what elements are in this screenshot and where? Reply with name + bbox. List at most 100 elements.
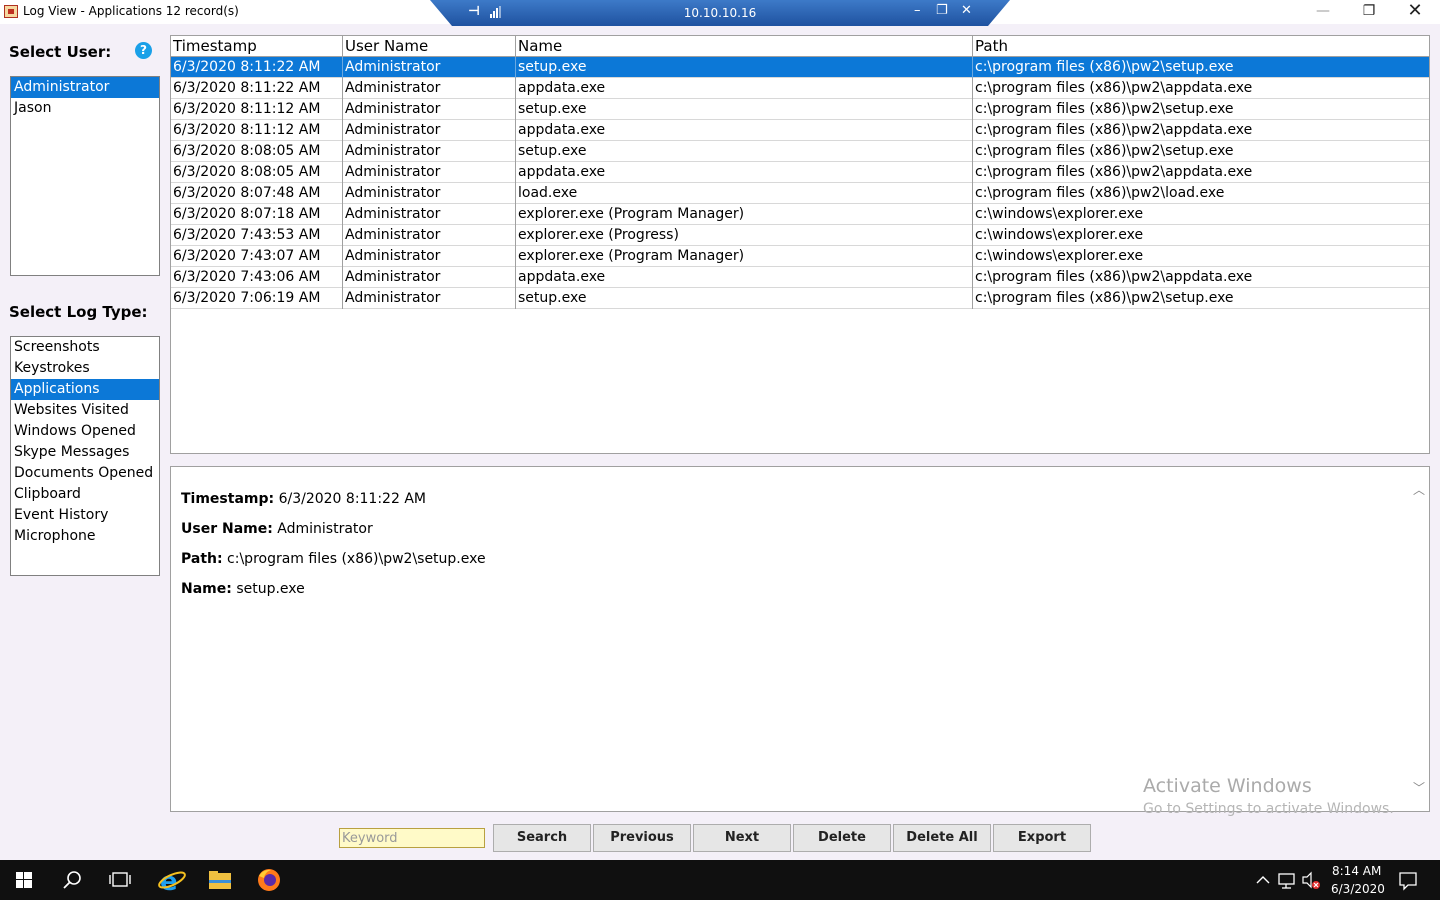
window-title: Log View - Applications 12 record(s) bbox=[23, 4, 239, 18]
detail-path: Path: c:\program files (x86)\pw2\setup.e… bbox=[181, 551, 486, 567]
cell-user-name: Administrator bbox=[343, 267, 516, 288]
scroll-down-icon[interactable]: ﹀ bbox=[1412, 779, 1426, 795]
cell-name: setup.exe bbox=[516, 288, 973, 309]
activation-watermark-title: Activate Windows bbox=[1143, 775, 1312, 797]
column-header-timestamp[interactable]: Timestamp bbox=[171, 36, 343, 57]
cell-user-name: Administrator bbox=[343, 120, 516, 141]
user-item-jason[interactable]: Jason bbox=[11, 98, 159, 119]
cell-path: c:\program files (x86)\pw2\setup.exe bbox=[975, 143, 1234, 159]
log-type-item-websites-visited[interactable]: Websites Visited bbox=[11, 400, 159, 421]
select-log-type-label: Select Log Type: bbox=[9, 303, 148, 321]
close-button[interactable]: ✕ bbox=[1392, 0, 1438, 24]
internet-explorer-icon[interactable]: e bbox=[147, 860, 195, 900]
cell-name: appdata.exe bbox=[516, 162, 973, 183]
log-type-item-event-history[interactable]: Event History bbox=[11, 505, 159, 526]
cell-name: setup.exe bbox=[516, 57, 973, 78]
table-row[interactable]: 6/3/2020 8:07:18 AM Administrator explorer… bbox=[171, 204, 1429, 225]
cell-timestamp: 6/3/2020 7:43:06 AM bbox=[171, 267, 343, 288]
export-button[interactable]: Export bbox=[993, 824, 1091, 852]
cell-path: c:\program files (x86)\pw2\load.exe bbox=[975, 185, 1225, 201]
log-type-item-keystrokes[interactable]: Keystrokes bbox=[11, 358, 159, 379]
log-type-item-clipboard[interactable]: Clipboard bbox=[11, 484, 159, 505]
table-row[interactable]: 6/3/2020 8:11:22 AM Administrator appdata.… bbox=[171, 78, 1429, 99]
cell-user-name: Administrator bbox=[343, 225, 516, 246]
clock-time[interactable]: 8:14 AM bbox=[1332, 864, 1381, 878]
search-icon[interactable] bbox=[48, 860, 96, 900]
detail-name: Name: setup.exe bbox=[181, 581, 305, 597]
svg-text:e: e bbox=[160, 867, 178, 897]
keyword-input[interactable] bbox=[339, 828, 485, 848]
table-row[interactable]: 6/3/2020 7:06:19 AM Administrator setup.ex… bbox=[171, 288, 1429, 309]
remote-restore-button[interactable]: ❐ bbox=[936, 3, 948, 18]
taskbar: e 8:14 AM 6/3/2020 bbox=[0, 860, 1440, 900]
clock-date[interactable]: 6/3/2020 bbox=[1331, 882, 1385, 896]
cell-path: c:\program files (x86)\pw2\appdata.exe bbox=[975, 269, 1253, 285]
cell-name: appdata.exe bbox=[516, 78, 973, 99]
log-type-list[interactable]: Screenshots Keystrokes Applications Website… bbox=[10, 336, 160, 576]
log-table[interactable]: Timestamp User Name Name Path 6/3/2020 8… bbox=[170, 35, 1430, 454]
scroll-up-icon[interactable]: ︿ bbox=[1412, 481, 1426, 497]
windows-start-glyph bbox=[16, 872, 32, 888]
chevron-up-icon[interactable] bbox=[1253, 860, 1273, 900]
volume-muted-icon[interactable] bbox=[1300, 860, 1322, 900]
cell-timestamp: 6/3/2020 8:08:05 AM bbox=[171, 141, 343, 162]
cell-path: c:\program files (x86)\pw2\setup.exe bbox=[975, 101, 1234, 117]
column-header-user-name[interactable]: User Name bbox=[343, 36, 516, 57]
notification-icon[interactable] bbox=[1396, 860, 1420, 900]
column-header-name[interactable]: Name bbox=[516, 36, 973, 57]
log-type-item-microphone[interactable]: Microphone bbox=[11, 526, 159, 547]
table-row[interactable]: 6/3/2020 8:07:48 AM Administrator load.exe… bbox=[171, 183, 1429, 204]
cell-user-name: Administrator bbox=[343, 57, 516, 78]
log-type-item-documents-opened[interactable]: Documents Opened bbox=[11, 463, 159, 484]
table-row[interactable]: 6/3/2020 8:11:12 AM Administrator appdata.… bbox=[171, 120, 1429, 141]
cell-name: explorer.exe (Program Manager) bbox=[516, 246, 973, 267]
table-row[interactable]: 6/3/2020 8:11:12 AM Administrator setup.ex… bbox=[171, 99, 1429, 120]
cell-name: setup.exe bbox=[516, 99, 973, 120]
firefox-glyph bbox=[258, 869, 280, 891]
cell-user-name: Administrator bbox=[343, 78, 516, 99]
user-list[interactable]: Administrator Jason bbox=[10, 76, 160, 276]
firefox-icon[interactable] bbox=[245, 860, 293, 900]
detail-user-label: User Name: bbox=[181, 521, 273, 537]
detail-path-label: Path: bbox=[181, 551, 223, 567]
table-row[interactable]: 6/3/2020 8:08:05 AM Administrator setup.ex… bbox=[171, 141, 1429, 162]
file-explorer-icon[interactable] bbox=[196, 860, 244, 900]
delete-button[interactable]: Delete bbox=[793, 824, 891, 852]
user-item-administrator[interactable]: Administrator bbox=[11, 77, 159, 98]
log-type-item-windows-opened[interactable]: Windows Opened bbox=[11, 421, 159, 442]
log-type-item-skype-messages[interactable]: Skype Messages bbox=[11, 442, 159, 463]
table-row[interactable]: 6/3/2020 7:43:06 AM Administrator appdata.… bbox=[171, 267, 1429, 288]
help-icon[interactable]: ? bbox=[135, 42, 152, 59]
table-row[interactable]: 6/3/2020 7:43:07 AM Administrator explorer… bbox=[171, 246, 1429, 267]
cell-name: setup.exe bbox=[516, 141, 973, 162]
minimize-button[interactable]: — bbox=[1300, 0, 1346, 24]
table-row[interactable]: 6/3/2020 7:43:53 AM Administrator explorer… bbox=[171, 225, 1429, 246]
previous-button[interactable]: Previous bbox=[593, 824, 691, 852]
cell-path: c:\windows\explorer.exe bbox=[975, 248, 1144, 264]
table-row[interactable]: 6/3/2020 8:08:05 AM Administrator appdata.… bbox=[171, 162, 1429, 183]
cell-timestamp: 6/3/2020 8:11:22 AM bbox=[171, 57, 343, 78]
cell-timestamp: 6/3/2020 7:43:53 AM bbox=[171, 225, 343, 246]
cell-name: appdata.exe bbox=[516, 120, 973, 141]
cell-user-name: Administrator bbox=[343, 204, 516, 225]
cell-user-name: Administrator bbox=[343, 141, 516, 162]
next-button[interactable]: Next bbox=[693, 824, 791, 852]
cell-timestamp: 6/3/2020 8:11:22 AM bbox=[171, 78, 343, 99]
search-button[interactable]: Search bbox=[493, 824, 591, 852]
windows-start-icon[interactable] bbox=[0, 860, 48, 900]
network-icon[interactable] bbox=[1276, 860, 1298, 900]
task-view-glyph bbox=[109, 872, 131, 887]
internet-explorer-glyph: e bbox=[158, 867, 186, 897]
log-type-item-screenshots[interactable]: Screenshots bbox=[11, 337, 159, 358]
delete-all-button[interactable]: Delete All bbox=[893, 824, 991, 852]
maximize-button[interactable]: ❐ bbox=[1346, 0, 1392, 24]
remote-close-button[interactable]: ✕ bbox=[961, 3, 972, 18]
remote-minimize-button[interactable]: – bbox=[914, 3, 921, 18]
table-header: Timestamp User Name Name Path bbox=[171, 36, 1429, 57]
detail-path-value: c:\program files (x86)\pw2\setup.exe bbox=[227, 551, 486, 567]
table-row[interactable]: 6/3/2020 8:11:22 AM Administrator setup.ex… bbox=[171, 57, 1429, 78]
cell-timestamp: 6/3/2020 8:08:05 AM bbox=[171, 162, 343, 183]
task-view-icon[interactable] bbox=[96, 860, 144, 900]
column-header-path[interactable]: Path bbox=[973, 36, 1429, 57]
log-type-item-applications[interactable]: Applications bbox=[11, 379, 159, 400]
